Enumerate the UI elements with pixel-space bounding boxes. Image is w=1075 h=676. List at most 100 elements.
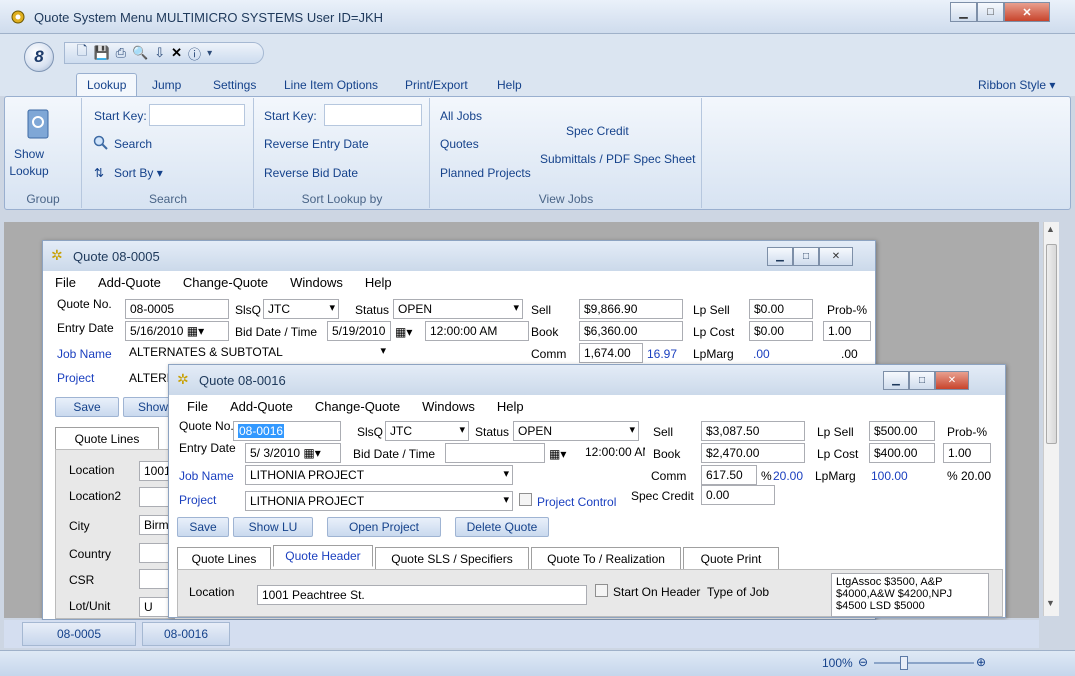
tab-quote-lines[interactable]: Quote Lines (55, 427, 159, 449)
prob-field[interactable]: 1.00 (943, 443, 991, 463)
zoom-out-icon[interactable]: ⊖ (858, 655, 868, 669)
job-name-link[interactable]: Job Name (57, 347, 112, 361)
project-control-checkbox[interactable] (519, 493, 532, 506)
scroll-up-icon[interactable]: ▲ (1046, 224, 1055, 234)
start-key-input[interactable] (149, 104, 245, 126)
tab-quote-header[interactable]: Quote Header (273, 545, 373, 567)
minimize-button[interactable]: ▁ (767, 247, 793, 266)
menu-change-quote[interactable]: Change-Quote (315, 399, 400, 414)
maximize-button[interactable]: □ (977, 2, 1004, 22)
menu-add-quote[interactable]: Add-Quote (230, 399, 293, 414)
spec-credit-field[interactable]: 0.00 (701, 485, 775, 505)
print-icon[interactable]: ⎙ (116, 45, 126, 61)
show-lookup-button[interactable]: Show Lookup (6, 146, 52, 180)
new-icon[interactable]: 🗋 (77, 42, 87, 64)
quote-no-field[interactable]: 08-0005 (125, 299, 229, 319)
tab-quote-print[interactable]: Quote Print (683, 547, 779, 569)
menu-help[interactable]: Help (365, 275, 392, 290)
menu-change-quote[interactable]: Change-Quote (183, 275, 268, 290)
quotes-button[interactable]: Quotes (440, 137, 479, 151)
maximize-button[interactable]: □ (793, 247, 819, 266)
menu-windows[interactable]: Windows (290, 275, 343, 290)
zoom-in-icon[interactable]: ⊕ (976, 655, 986, 669)
all-jobs-button[interactable]: All Jobs (440, 109, 482, 123)
save-button[interactable]: Save (177, 517, 229, 537)
reverse-entry-date-button[interactable]: Reverse Entry Date (264, 137, 369, 151)
notes-field[interactable]: LtgAssoc $3500, A&P $4000,A&W $4200,NPJ … (831, 573, 989, 617)
app-menu-orb[interactable]: 8 (24, 42, 54, 72)
slsq-select[interactable]: JTC (263, 299, 339, 319)
down-arrow-icon[interactable]: ⇩ (154, 45, 165, 61)
bid-date-field[interactable] (445, 443, 545, 463)
save-button[interactable]: Save (55, 397, 119, 417)
menu-windows[interactable]: Windows (422, 399, 475, 414)
lp-sell-field[interactable]: $500.00 (869, 421, 935, 441)
submittals-button[interactable]: Submittals / PDF Spec Sheet (540, 152, 695, 166)
tab-help[interactable]: Help (497, 78, 522, 92)
minimize-button[interactable]: ▁ (950, 2, 977, 22)
job-name-link[interactable]: Job Name (179, 469, 234, 483)
delete-quote-button[interactable]: Delete Quote (455, 517, 549, 537)
status-select[interactable]: OPEN (513, 421, 639, 441)
quote-no-field[interactable]: 08-0016 (233, 421, 341, 441)
planned-projects-button[interactable]: Planned Projects (440, 166, 531, 180)
project-link[interactable]: Project (57, 371, 94, 385)
tab-print-export[interactable]: Print/Export (405, 78, 468, 92)
entry-date-field[interactable]: 5/16/2010 ▦▾ (125, 321, 229, 341)
preview-icon[interactable]: 🔍 (132, 45, 148, 61)
lp-cost-field[interactable]: $400.00 (869, 443, 935, 463)
tab-line-item-options[interactable]: Line Item Options (284, 78, 378, 92)
bid-time-field[interactable]: 12:00:00 AM (425, 321, 529, 341)
help-icon[interactable]: ⓘ (188, 44, 201, 63)
job-name-select[interactable]: LITHONIA PROJECT (245, 465, 513, 485)
spec-credit-button[interactable]: Spec Credit (566, 124, 629, 138)
ribbon-style-menu[interactable]: Ribbon Style ▾ (978, 78, 1055, 92)
bid-time-field[interactable]: 12:00:00 AM (581, 443, 645, 463)
vertical-scrollbar[interactable]: ▲ ▼ (1043, 222, 1059, 616)
project-link[interactable]: Project (179, 493, 216, 507)
search-button[interactable]: Search (114, 137, 152, 151)
tab-quote-lines[interactable]: Quote Lines (177, 547, 271, 569)
slsq-select[interactable]: JTC (385, 421, 469, 441)
sell-field[interactable]: $9,866.90 (579, 299, 683, 319)
location-field[interactable]: 1001 Peachtree St. (257, 585, 587, 605)
close-button[interactable]: ✕ (819, 247, 853, 266)
customize-icon[interactable]: ▾ (207, 48, 212, 59)
book-field[interactable]: $2,470.00 (701, 443, 805, 463)
close-button[interactable]: ✕ (1004, 2, 1050, 22)
menu-file[interactable]: File (55, 275, 76, 290)
sort-by-button[interactable]: Sort By ▾ (114, 166, 163, 180)
project-select[interactable]: LITHONIA PROJECT (245, 491, 513, 511)
show-lookup-icon[interactable] (20, 106, 56, 142)
show-lu-button[interactable]: Show LU (233, 517, 313, 537)
window-tab-08-0005[interactable]: 08-0005 (22, 622, 136, 646)
open-project-button[interactable]: Open Project (327, 517, 441, 537)
menu-help[interactable]: Help (497, 399, 524, 414)
save-icon[interactable]: 💾 (93, 45, 109, 61)
scroll-thumb[interactable] (1046, 244, 1057, 444)
bid-calendar-icon[interactable]: ▦▾ (549, 447, 566, 461)
comm-field[interactable]: 617.50 (701, 465, 757, 485)
tab-quote-sls-specifiers[interactable]: Quote SLS / Specifiers (375, 547, 529, 569)
lp-sell-field[interactable]: $0.00 (749, 299, 813, 319)
sell-field[interactable]: $3,087.50 (701, 421, 805, 441)
zoom-thumb[interactable] (900, 656, 908, 670)
entry-date-field[interactable]: 5/ 3/2010 ▦▾ (245, 443, 341, 463)
window-tab-08-0016[interactable]: 08-0016 (142, 622, 230, 646)
maximize-button[interactable]: □ (909, 371, 935, 390)
tab-settings[interactable]: Settings (213, 78, 256, 92)
menu-file[interactable]: File (187, 399, 208, 414)
comm-field[interactable]: 1,674.00 (579, 343, 643, 363)
bid-calendar-icon[interactable]: ▦▾ (395, 325, 412, 339)
book-field[interactable]: $6,360.00 (579, 321, 683, 341)
bid-date-field[interactable]: 5/19/2010 (327, 321, 391, 341)
prob-field[interactable]: 1.00 (823, 321, 871, 341)
status-select[interactable]: OPEN (393, 299, 523, 319)
menu-add-quote[interactable]: Add-Quote (98, 275, 161, 290)
tab-jump[interactable]: Jump (152, 78, 181, 92)
tab-quote-to-realization[interactable]: Quote To / Realization (531, 547, 681, 569)
job-name-select[interactable]: ALTERNATES & SUBTOTAL (125, 343, 389, 363)
close-button[interactable]: ✕ (935, 371, 969, 390)
minimize-button[interactable]: ▁ (883, 371, 909, 390)
start-on-header-checkbox[interactable] (595, 584, 608, 597)
